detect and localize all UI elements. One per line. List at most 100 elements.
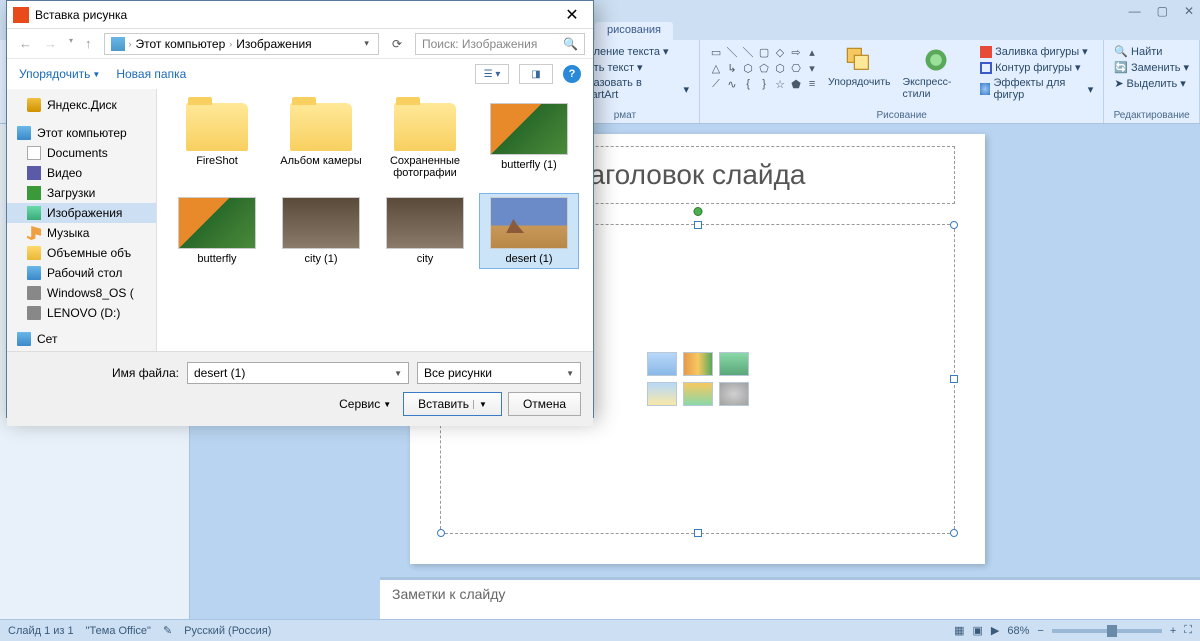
quick-styles-button[interactable]: Экспресс-стили — [899, 44, 975, 110]
slide-count: Слайд 1 из 1 — [8, 625, 74, 637]
insert-table-icon[interactable] — [647, 352, 677, 376]
resize-handle[interactable] — [950, 221, 958, 229]
view-mode-button[interactable]: ☰ ▾ — [475, 64, 509, 84]
insert-picture-dialog: Вставка рисунка ✕ ← → ▾ ↑ › Этот компьют… — [6, 0, 594, 418]
sidebar-item-ddrive[interactable]: LENOVO (D:) — [7, 303, 156, 323]
resize-handle[interactable] — [437, 529, 445, 537]
sidebar-item-3d[interactable]: Объемные объ — [7, 243, 156, 263]
resize-handle[interactable] — [950, 375, 958, 383]
sidebar-item-downloads[interactable]: Загрузки — [7, 183, 156, 203]
chevron-down-icon[interactable]: ▼ — [473, 400, 487, 409]
spellcheck-icon[interactable]: ✎ — [163, 624, 172, 637]
view-sorter-button[interactable]: ▣ — [973, 624, 983, 637]
folder-camera[interactable]: Альбом камеры — [271, 99, 371, 183]
back-button[interactable]: ← — [15, 34, 36, 53]
view-normal-button[interactable]: ▦ — [954, 624, 964, 637]
file-desert1[interactable]: desert (1) — [479, 193, 579, 269]
sidebar-item-documents[interactable]: Documents — [7, 143, 156, 163]
search-placeholder: Поиск: Изображения — [422, 37, 537, 51]
resize-handle[interactable] — [694, 529, 702, 537]
help-button[interactable]: ? — [563, 65, 581, 83]
arrange-button[interactable]: Упорядочить — [824, 44, 894, 110]
dialog-footer: Имя файла: desert (1) ▼ Все рисунки ▼ Се… — [7, 351, 593, 426]
navigation-sidebar[interactable]: Яндекс.Диск Этот компьютер Documents Вид… — [7, 89, 157, 351]
breadcrumb-item[interactable]: Изображения — [236, 37, 311, 51]
zoom-slider[interactable] — [1052, 629, 1162, 633]
zoom-level[interactable]: 68% — [1007, 625, 1029, 637]
select-button[interactable]: ➤Выделить ▾ — [1112, 76, 1191, 91]
resize-handle[interactable] — [950, 529, 958, 537]
forward-button[interactable]: → — [40, 34, 61, 53]
file-city1[interactable]: city (1) — [271, 193, 371, 269]
insert-picture-icon[interactable] — [647, 382, 677, 406]
filetype-filter[interactable]: Все рисунки ▼ — [417, 362, 581, 384]
insert-clipart-icon[interactable] — [683, 382, 713, 406]
sidebar-item-yandex[interactable]: Яндекс.Диск — [7, 95, 156, 115]
binoculars-icon: 🔍 — [1114, 45, 1128, 58]
folder-icon — [290, 103, 352, 151]
notes-panel[interactable]: Заметки к слайду — [380, 577, 1200, 619]
folder-fireshot[interactable]: FireShot — [167, 99, 267, 183]
folder-saved[interactable]: Сохраненные фотографии — [375, 99, 475, 183]
sidebar-item-pictures[interactable]: Изображения — [7, 203, 156, 223]
cancel-button[interactable]: Отмена — [508, 392, 581, 416]
close-icon[interactable]: ✕ — [557, 5, 587, 25]
insert-button[interactable]: Вставить ▼ — [403, 392, 502, 416]
filename-input[interactable]: desert (1) ▼ — [187, 362, 409, 384]
rotation-handle[interactable] — [693, 207, 702, 216]
dialog-toolbar: Упорядочить ▼ Новая папка ☰ ▾ ◨ ? — [7, 59, 593, 89]
breadcrumb-item[interactable]: Этот компьютер — [136, 37, 226, 51]
zoom-in-button[interactable]: + — [1170, 625, 1176, 637]
file-list[interactable]: FireShot Альбом камеры Сохраненные фотог… — [157, 89, 593, 351]
view-slideshow-button[interactable]: ▶ — [991, 624, 999, 637]
file-butterfly[interactable]: butterfly — [167, 193, 267, 269]
search-input[interactable]: Поиск: Изображения 🔍 — [415, 33, 585, 55]
close-button[interactable]: ✕ — [1184, 4, 1194, 18]
image-thumbnail — [178, 197, 256, 249]
minimize-button[interactable]: — — [1129, 4, 1141, 18]
styles-icon — [922, 46, 950, 74]
dialog-titlebar[interactable]: Вставка рисунка ✕ — [7, 1, 593, 29]
maximize-button[interactable]: ▢ — [1157, 4, 1168, 18]
dialog-title: Вставка рисунка — [35, 8, 557, 22]
file-city[interactable]: city — [375, 193, 475, 269]
insert-media-icon[interactable] — [719, 382, 749, 406]
address-bar[interactable]: › Этот компьютер › Изображения ▾ — [104, 33, 379, 55]
file-butterfly1[interactable]: butterfly (1) — [479, 99, 579, 183]
chevron-down-icon[interactable]: ▼ — [566, 369, 574, 378]
sidebar-item-thispc[interactable]: Этот компьютер — [7, 123, 156, 143]
up-button[interactable]: ↑ — [81, 34, 96, 53]
sidebar-item-desktop[interactable]: Рабочий стол — [7, 263, 156, 283]
image-thumbnail — [490, 103, 568, 155]
shape-fill-button[interactable]: Заливка фигуры ▾ — [978, 44, 1095, 59]
tab-drawing[interactable]: рисования — [595, 22, 673, 40]
ribbon-group-label: Рисование — [708, 110, 1095, 121]
fit-slide-button[interactable]: ⛶ — [1184, 624, 1192, 637]
shape-outline-button[interactable]: Контур фигуры ▾ — [978, 60, 1095, 75]
replace-button[interactable]: 🔄Заменить ▾ — [1112, 60, 1191, 75]
sidebar-item-music[interactable]: Музыка — [7, 223, 156, 243]
zoom-out-button[interactable]: − — [1037, 625, 1043, 637]
preview-pane-button[interactable]: ◨ — [519, 64, 553, 84]
status-bar: Слайд 1 из 1 "Тема Office" ✎ Русский (Ро… — [0, 619, 1200, 641]
chevron-down-icon[interactable]: ▼ — [394, 369, 402, 378]
resize-handle[interactable] — [694, 221, 702, 229]
recent-dropdown[interactable]: ▾ — [65, 34, 77, 53]
search-icon: 🔍 — [563, 37, 578, 51]
shapes-gallery[interactable]: ▭＼＼▢◇⇨▴ △↳⬡⬠⬡⎔▾ ⟋∿{}☆⬟≡ — [708, 44, 820, 110]
organize-button[interactable]: Упорядочить ▼ — [19, 67, 100, 81]
new-folder-button[interactable]: Новая папка — [116, 67, 186, 81]
sidebar-item-video[interactable]: Видео — [7, 163, 156, 183]
tools-button[interactable]: Сервис ▼ — [333, 395, 397, 413]
ribbon-group-label: Редактирование — [1112, 110, 1191, 121]
insert-chart-icon[interactable] — [683, 352, 713, 376]
folder-icon — [186, 103, 248, 151]
shape-effects-button[interactable]: Эффекты для фигур ▾ — [978, 76, 1095, 102]
language-indicator[interactable]: Русский (Россия) — [184, 625, 271, 637]
breadcrumb-dropdown[interactable]: ▾ — [361, 38, 372, 49]
find-button[interactable]: 🔍Найти — [1112, 44, 1191, 59]
insert-smartart-icon[interactable] — [719, 352, 749, 376]
refresh-button[interactable]: ⟳ — [387, 35, 407, 53]
sidebar-item-cdrive[interactable]: Windows8_OS ( — [7, 283, 156, 303]
sidebar-item-network[interactable]: Сет — [7, 329, 156, 349]
